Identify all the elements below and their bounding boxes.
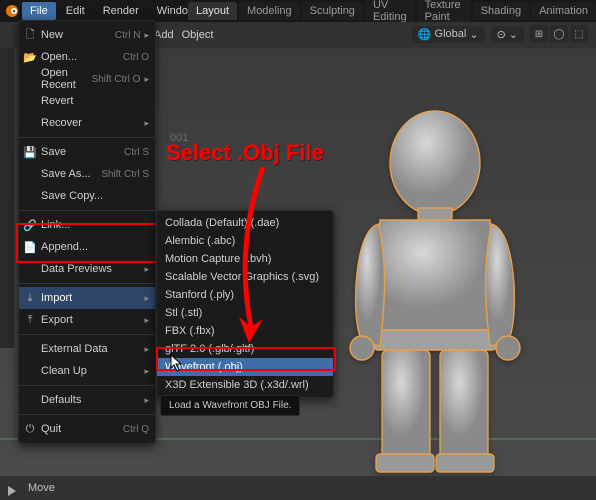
blender-logo-icon: [4, 3, 20, 19]
menu-separator: [19, 385, 155, 386]
file-new[interactable]: 🗋 New Ctrl N ▸: [19, 24, 155, 46]
chevron-right-icon: ▸: [144, 30, 149, 41]
file-export[interactable]: ⤒ Export ▸: [19, 309, 155, 331]
import-stl[interactable]: Stl (.stl): [157, 304, 333, 322]
menu-separator: [19, 414, 155, 415]
file-open-recent[interactable]: Open Recent Shift Ctrl O ▸: [19, 68, 155, 90]
file-open[interactable]: 📂 Open... Ctrl O: [19, 46, 155, 68]
toolbar-sidebar[interactable]: [0, 48, 14, 348]
import-alembic[interactable]: Alembic (.abc): [157, 232, 333, 250]
import-ply[interactable]: Stanford (.ply): [157, 286, 333, 304]
menu-separator: [19, 137, 155, 138]
import-fbx[interactable]: FBX (.fbx): [157, 322, 333, 340]
import-gltf[interactable]: glTF 2.0 (.glb/.gltf): [157, 340, 333, 358]
import-icon: ⤓: [23, 291, 37, 305]
viewport-collection-label: 001: [170, 132, 188, 144]
import-svg[interactable]: Scalable Vector Graphics (.svg): [157, 268, 333, 286]
file-external-data[interactable]: External Data ▸: [19, 338, 155, 360]
menu-separator: [19, 210, 155, 211]
import-x3d[interactable]: X3D Extensible 3D (.x3d/.wrl): [157, 376, 333, 394]
file-save[interactable]: 💾 Save Ctrl S: [19, 141, 155, 163]
viewport-header-right: 🌐 Global ⌄ ⊙ ⌄ ⊞ ◯ ⬚: [412, 25, 588, 43]
file-quit[interactable]: ⏻ Quit Ctrl Q: [19, 418, 155, 440]
tab-layout[interactable]: Layout: [188, 2, 237, 20]
append-icon: 📄: [23, 240, 37, 254]
menu-separator: [19, 283, 155, 284]
tab-sculpting[interactable]: Sculpting: [302, 2, 363, 20]
file-recover[interactable]: Recover ▸: [19, 112, 155, 134]
import-collada[interactable]: Collada (Default) (.dae): [157, 214, 333, 232]
file-defaults[interactable]: Defaults ▸: [19, 389, 155, 411]
magnet-icon: ⊙: [497, 28, 506, 41]
open-file-icon: 📂: [23, 50, 37, 64]
status-text: Move: [28, 482, 55, 494]
menu-file[interactable]: File: [22, 2, 56, 20]
overlay-toggle-3[interactable]: ⬚: [570, 25, 588, 43]
menu-separator: [19, 334, 155, 335]
file-append[interactable]: 📄 Append...: [19, 236, 155, 258]
file-revert[interactable]: Revert: [19, 90, 155, 112]
chevron-right-icon: ▸: [144, 74, 149, 85]
play-icon[interactable]: [8, 486, 16, 496]
chevron-right-icon: ▸: [144, 264, 149, 275]
file-menu-dropdown: 🗋 New Ctrl N ▸ 📂 Open... Ctrl O Open Rec…: [18, 20, 156, 444]
tab-shading[interactable]: Shading: [473, 2, 529, 20]
chevron-right-icon: ▸: [144, 366, 149, 377]
chevron-right-icon: ▸: [144, 293, 149, 304]
header-add[interactable]: Add: [154, 29, 174, 41]
model-figure[interactable]: [320, 108, 540, 476]
tooltip: Load a Wavefront OBJ File.: [160, 395, 300, 416]
file-data-previews[interactable]: Data Previews ▸: [19, 258, 155, 280]
bottom-bar: Move: [0, 476, 596, 500]
chevron-right-icon: ▸: [144, 315, 149, 326]
overlay-toggle-1[interactable]: ⊞: [530, 25, 548, 43]
chevron-right-icon: ▸: [144, 395, 149, 406]
chevron-right-icon: ▸: [144, 118, 149, 129]
import-submenu: Collada (Default) (.dae) Alembic (.abc) …: [156, 210, 334, 398]
tab-animation[interactable]: Animation: [531, 2, 596, 20]
globe-icon: 🌐: [418, 28, 432, 41]
file-save-copy[interactable]: Save Copy...: [19, 185, 155, 207]
import-bvh[interactable]: Motion Capture (.bvh): [157, 250, 333, 268]
export-icon: ⤒: [23, 313, 37, 327]
chevron-down-icon: ⌄: [469, 28, 478, 41]
menu-edit[interactable]: Edit: [58, 2, 93, 20]
orientation-dropdown[interactable]: 🌐 Global ⌄: [412, 26, 485, 43]
save-icon: 💾: [23, 145, 37, 159]
snap-dropdown[interactable]: ⊙ ⌄: [491, 26, 524, 43]
workspace-tabs: Layout Modeling Sculpting UV Editing Tex…: [188, 0, 596, 22]
power-icon: ⏻: [23, 422, 37, 436]
file-import[interactable]: ⤓ Import ▸: [19, 287, 155, 309]
tab-modeling[interactable]: Modeling: [239, 2, 300, 20]
link-icon: 🔗: [23, 218, 37, 232]
header-object[interactable]: Object: [182, 29, 214, 41]
chevron-right-icon: ▸: [144, 344, 149, 355]
file-link[interactable]: 🔗 Link...: [19, 214, 155, 236]
chevron-down-icon: ⌄: [509, 28, 518, 41]
new-file-icon: 🗋: [23, 28, 37, 42]
overlay-toggle-2[interactable]: ◯: [550, 25, 568, 43]
file-clean-up[interactable]: Clean Up ▸: [19, 360, 155, 382]
import-wavefront-obj[interactable]: Wavefront (.obj): [157, 358, 333, 376]
menu-render[interactable]: Render: [95, 2, 147, 20]
file-save-as[interactable]: Save As... Shift Ctrl S: [19, 163, 155, 185]
